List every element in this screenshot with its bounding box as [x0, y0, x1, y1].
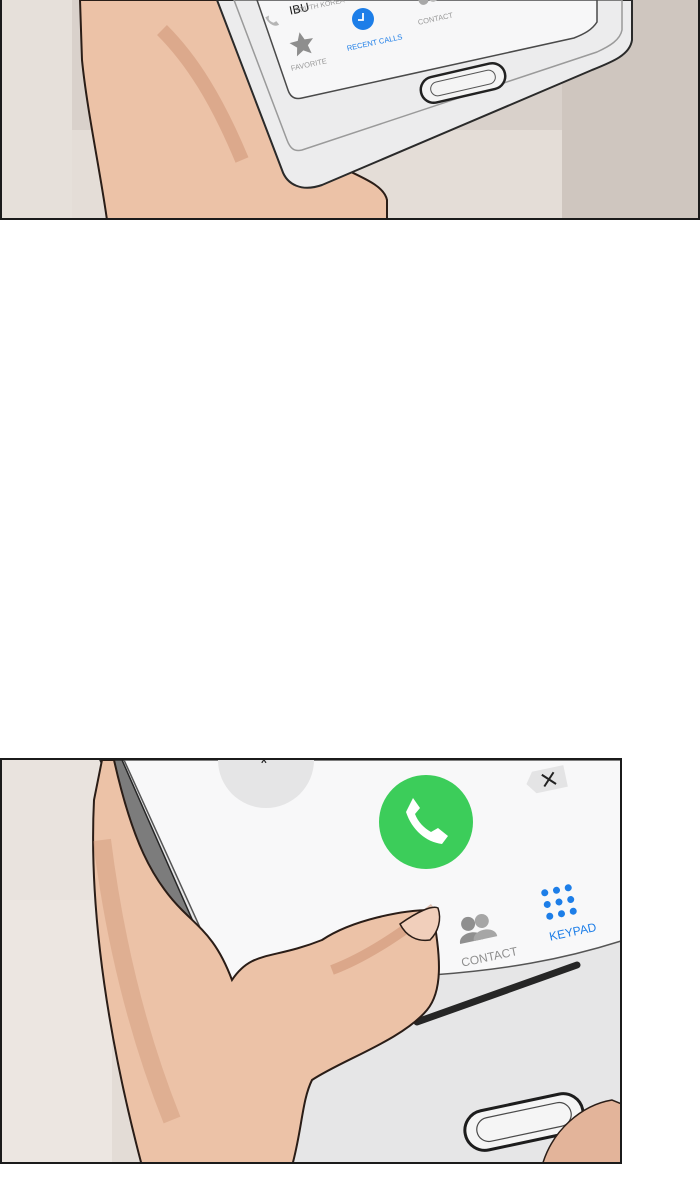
- top-comic-panel: IBU SOUTH KOREA FAVORITE RECENT CALLS CO…: [0, 0, 700, 220]
- svg-text:*: *: [260, 760, 268, 775]
- top-panel-illustration: [2, 0, 698, 218]
- clock-icon: [352, 8, 374, 30]
- call-button[interactable]: [379, 775, 473, 869]
- bottom-panel-illustration: *: [2, 760, 620, 1162]
- bottom-comic-panel: * CONTACT KEYPAD: [0, 758, 622, 1164]
